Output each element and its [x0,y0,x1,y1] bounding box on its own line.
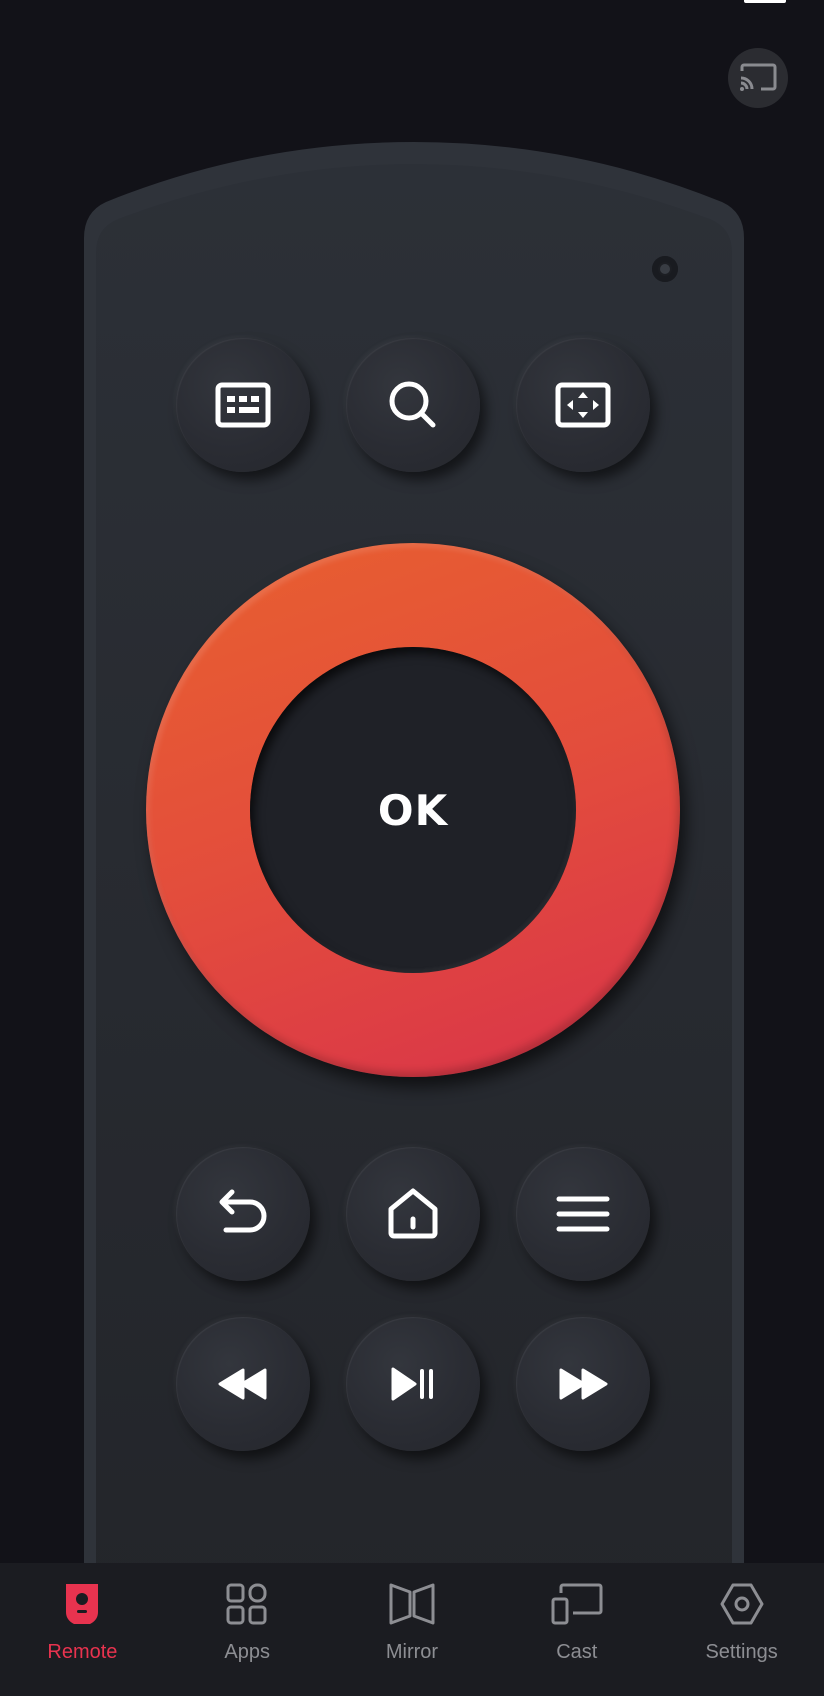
keyboard-icon [215,382,271,428]
tab-mirror[interactable]: Mirror [330,1563,495,1696]
cast-device-icon [551,1583,603,1625]
tab-remote[interactable]: Remote [0,1563,165,1696]
remote-icon [66,1584,99,1624]
home-button[interactable] [346,1147,480,1281]
tab-label: Settings [705,1641,778,1663]
aspect-ratio-icon [555,382,611,428]
ok-label: OK [377,785,449,835]
tab-label: Apps [224,1641,270,1663]
back-icon [219,1189,267,1233]
play-pause-icon [391,1367,433,1401]
ok-button[interactable]: OK [250,647,576,973]
tab-label: Mirror [385,1641,439,1663]
apps-icon [226,1583,267,1625]
tab-cast[interactable]: Cast [494,1563,659,1696]
menu-icon [556,1196,610,1232]
search-button[interactable] [346,338,480,472]
tab-apps[interactable]: Apps [165,1563,330,1696]
search-icon [389,381,436,428]
cast-icon [740,63,777,91]
back-button[interactable] [176,1147,310,1281]
rewind-icon [218,1368,267,1400]
keyboard-button[interactable] [176,338,310,472]
menu-button[interactable] [516,1147,650,1281]
play-pause-button[interactable] [346,1317,480,1451]
cast-button[interactable] [728,48,788,108]
mirror-icon [389,1583,435,1625]
power-led-indicator [652,256,678,282]
tab-settings[interactable]: Settings [659,1563,824,1696]
home-icon [388,1188,438,1239]
fast-forward-icon [559,1368,608,1400]
status-bar-indicator [744,0,786,3]
tab-label: Cast [556,1641,598,1663]
tab-label: Remote [47,1641,118,1663]
fast-forward-button[interactable] [516,1317,650,1451]
settings-icon [720,1583,764,1625]
rewind-button[interactable] [176,1317,310,1451]
aspect-ratio-button[interactable] [516,338,650,472]
bottom-tab-bar: Remote Apps Mirror Cast Settings [0,1563,824,1696]
